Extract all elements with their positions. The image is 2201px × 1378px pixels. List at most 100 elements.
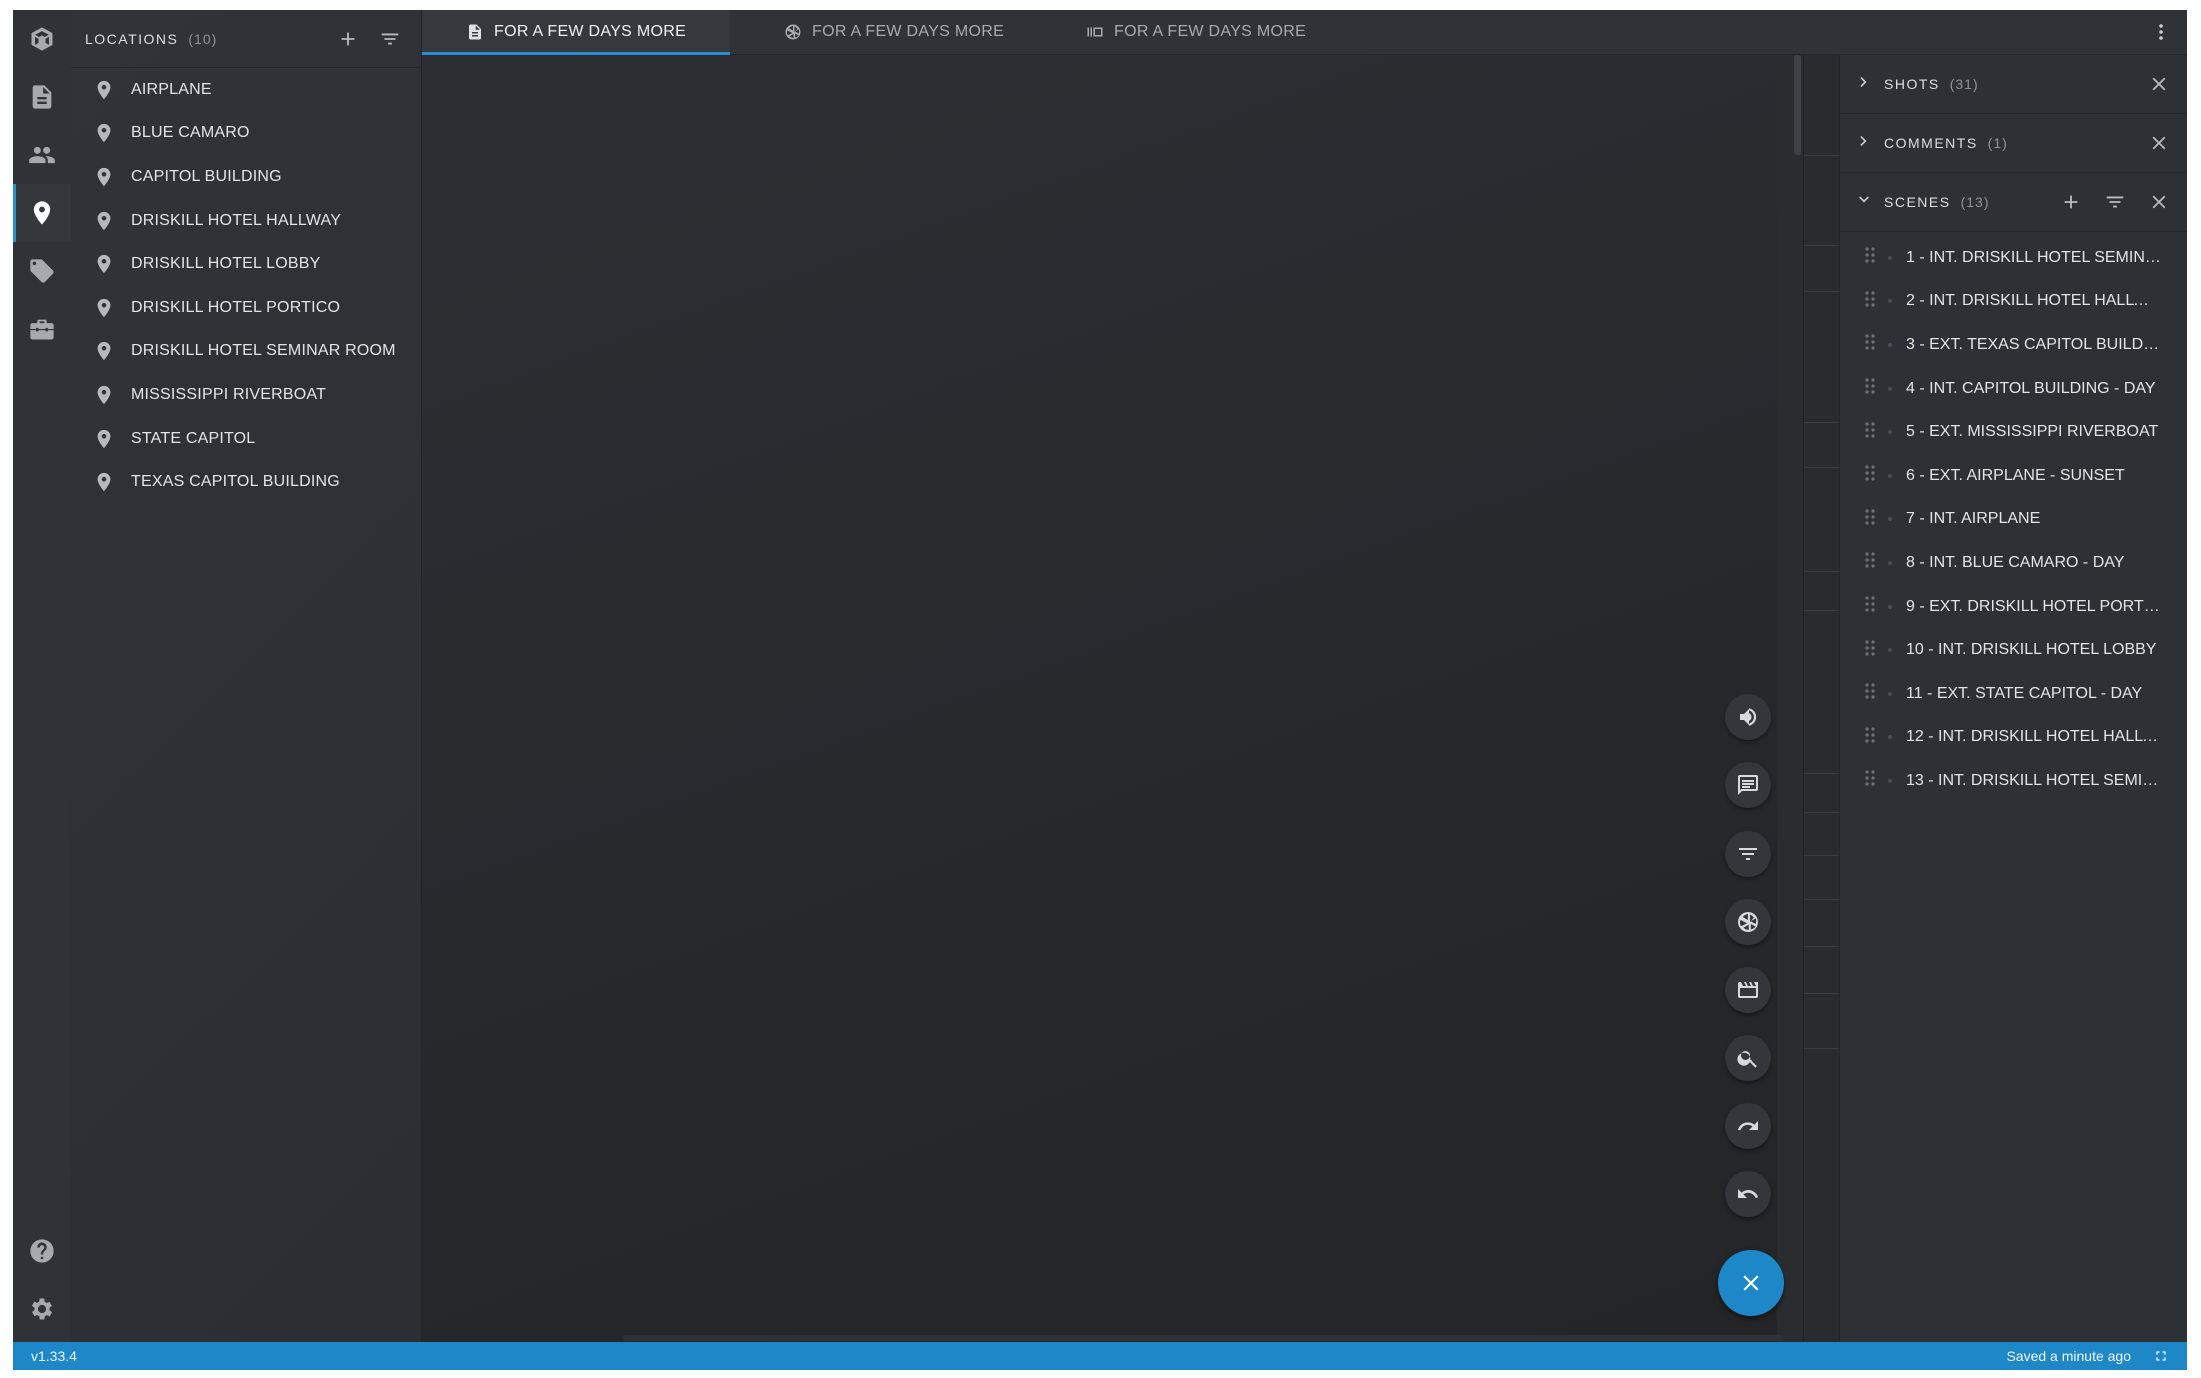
drag-handle-icon[interactable] — [1862, 507, 1878, 532]
scene-item[interactable]: 10 - INT. DRISKILL HOTEL LOBBY — [1840, 628, 2187, 672]
redo-icon — [1737, 1121, 1758, 1131]
drag-handle-icon[interactable] — [1862, 420, 1878, 445]
chevron-down-icon[interactable] — [1854, 190, 1874, 215]
locations-title: LOCATIONS — [85, 30, 179, 47]
filter-locations-button[interactable] — [373, 22, 407, 56]
locations-count: (10) — [188, 30, 218, 47]
tab-label: FOR A FEW DAYS MORE — [812, 23, 1005, 40]
location-label: STATE CAPITOL — [131, 429, 256, 447]
location-label: DRISKILL HOTEL PORTICO — [131, 298, 341, 316]
location-item[interactable]: DRISKILL HOTEL HALLWAY — [71, 199, 421, 243]
tab-script[interactable]: FOR A FEW DAYS MORE — [422, 10, 731, 55]
help-icon[interactable] — [13, 1222, 71, 1280]
search-button[interactable] — [1725, 1035, 1771, 1081]
chevron-right-icon[interactable] — [1854, 72, 1874, 97]
tab-shots[interactable]: FOR A FEW DAYS MORE — [784, 10, 1004, 54]
drag-handle-icon[interactable] — [1862, 463, 1878, 488]
location-item[interactable]: AIRPLANE — [71, 68, 421, 112]
location-label: MISSISSIPPI RIVERBOAT — [131, 385, 327, 403]
drag-handle-icon[interactable] — [1862, 768, 1878, 793]
redo-button[interactable] — [1725, 1103, 1771, 1149]
scene-item[interactable]: 12 - INT. DRISKILL HOTEL HALLWAY — [1840, 716, 2187, 760]
location-item[interactable]: MISSISSIPPI RIVERBOAT — [71, 373, 421, 417]
chevron-right-icon[interactable] — [1854, 131, 1874, 156]
scene-item[interactable]: 6 - EXT. AIRPLANE - SUNSET — [1840, 454, 2187, 498]
scene-label: 6 - EXT. AIRPLANE - SUNSET — [1906, 466, 2125, 484]
location-item[interactable]: STATE CAPITOL — [71, 417, 421, 461]
add-scene-button[interactable] — [2054, 185, 2088, 219]
close-comments-button[interactable] — [2142, 126, 2176, 160]
scene-item[interactable]: 13 - INT. DRISKILL HOTEL SEMINAR ROOM — [1840, 759, 2187, 803]
drag-handle-icon[interactable] — [1862, 245, 1878, 270]
location-item[interactable]: DRISKILL HOTEL SEMINAR ROOM — [71, 330, 421, 374]
more-menu-button[interactable] — [2149, 20, 2173, 44]
scene-item[interactable]: 11 - EXT. STATE CAPITOL - DAY — [1840, 672, 2187, 716]
drag-handle-icon[interactable] — [1862, 550, 1878, 575]
scene-item[interactable]: 3 - EXT. TEXAS CAPITOL BUILDING — [1840, 323, 2187, 367]
scene-label: 1 - INT. DRISKILL HOTEL SEMINAR ROOM — [1906, 248, 2161, 266]
location-pin-icon — [97, 80, 111, 99]
people-icon[interactable] — [13, 126, 71, 184]
plus-icon — [2064, 195, 2078, 209]
scene-item[interactable]: 8 - INT. BLUE CAMARO - DAY — [1840, 541, 2187, 585]
scene-item[interactable]: 9 - EXT. DRISKILL HOTEL PORTICO — [1840, 585, 2187, 629]
shots-section-header[interactable]: SHOTS (31) — [1840, 55, 2187, 114]
scene-item[interactable]: 4 - INT. CAPITOL BUILDING - DAY — [1840, 367, 2187, 411]
clapperboard-button[interactable] — [1725, 967, 1771, 1013]
drag-handle-icon[interactable] — [1862, 638, 1878, 663]
drag-handle-icon[interactable] — [1862, 376, 1878, 401]
scene-item[interactable]: 7 - INT. AIRPLANE — [1840, 498, 2187, 542]
tab-label: FOR A FEW DAYS MORE — [1114, 23, 1307, 40]
storyboard-icon — [1087, 27, 1103, 37]
editor-canvas[interactable] — [422, 55, 1777, 1342]
add-location-button[interactable] — [331, 22, 365, 56]
drag-handle-icon[interactable] — [1862, 681, 1878, 706]
location-label: AIRPLANE — [131, 80, 212, 98]
logo-icon[interactable] — [13, 10, 71, 68]
scenes-section-header[interactable]: SCENES (13) — [1840, 173, 2187, 232]
horizontal-scrollbar[interactable] — [623, 1335, 1783, 1341]
location-label: DRISKILL HOTEL HALLWAY — [131, 211, 342, 229]
volume-button[interactable] — [1725, 694, 1771, 740]
location-item[interactable]: DRISKILL HOTEL LOBBY — [71, 242, 421, 286]
location-label: BLUE CAMARO — [131, 124, 250, 142]
filter-button[interactable] — [1725, 831, 1771, 877]
location-item[interactable]: BLUE CAMARO — [71, 112, 421, 156]
document-icon[interactable] — [13, 68, 71, 126]
drag-handle-icon[interactable] — [1862, 332, 1878, 357]
scene-label: 5 - EXT. MISSISSIPPI RIVERBOAT — [1906, 423, 2159, 441]
location-item[interactable]: DRISKILL HOTEL PORTICO — [71, 286, 421, 330]
aperture-button[interactable] — [1725, 899, 1771, 945]
nav-rail — [13, 10, 72, 1342]
scene-item[interactable]: 5 - EXT. MISSISSIPPI RIVERBOAT — [1840, 410, 2187, 454]
location-pin-icon — [97, 124, 111, 143]
gear-icon[interactable] — [13, 1280, 71, 1338]
location-item[interactable]: CAPITOL BUILDING — [71, 155, 421, 199]
filter-scenes-button[interactable] — [2098, 185, 2132, 219]
vertical-scrollbar[interactable] — [1791, 55, 1803, 1342]
location-pin-icon[interactable] — [13, 184, 71, 242]
scrollbar-thumb[interactable] — [1794, 55, 1801, 155]
tab-storyboard[interactable]: FOR A FEW DAYS MORE — [1086, 10, 1306, 54]
undo-button[interactable] — [1725, 1171, 1771, 1217]
tag-icon[interactable] — [13, 242, 71, 300]
drag-handle-icon[interactable] — [1862, 725, 1878, 750]
shots-count: (31) — [1949, 76, 1979, 92]
close-icon — [2152, 136, 2166, 150]
scene-label: 4 - INT. CAPITOL BUILDING - DAY — [1906, 379, 2156, 397]
scene-item[interactable]: 1 - INT. DRISKILL HOTEL SEMINAR ROOM — [1840, 236, 2187, 280]
drag-handle-icon[interactable] — [1862, 594, 1878, 619]
close-fab-button[interactable] — [1718, 1250, 1784, 1316]
location-pin-icon — [97, 298, 111, 317]
toolbox-icon[interactable] — [13, 300, 71, 358]
drag-handle-icon[interactable] — [1862, 289, 1878, 314]
location-item[interactable]: TEXAS CAPITOL BUILDING — [71, 460, 421, 504]
scenes-title: SCENES — [1884, 194, 1951, 210]
close-shots-button[interactable] — [2142, 67, 2176, 101]
fullscreen-button[interactable] — [2153, 1348, 2169, 1364]
comments-section-header[interactable]: COMMENTS (1) — [1840, 114, 2187, 173]
close-scenes-button[interactable] — [2142, 185, 2176, 219]
scene-item[interactable]: 2 - INT. DRISKILL HOTEL HALLWAY — [1840, 280, 2187, 324]
location-label: CAPITOL BUILDING — [131, 167, 282, 185]
comment-button[interactable] — [1725, 762, 1771, 808]
